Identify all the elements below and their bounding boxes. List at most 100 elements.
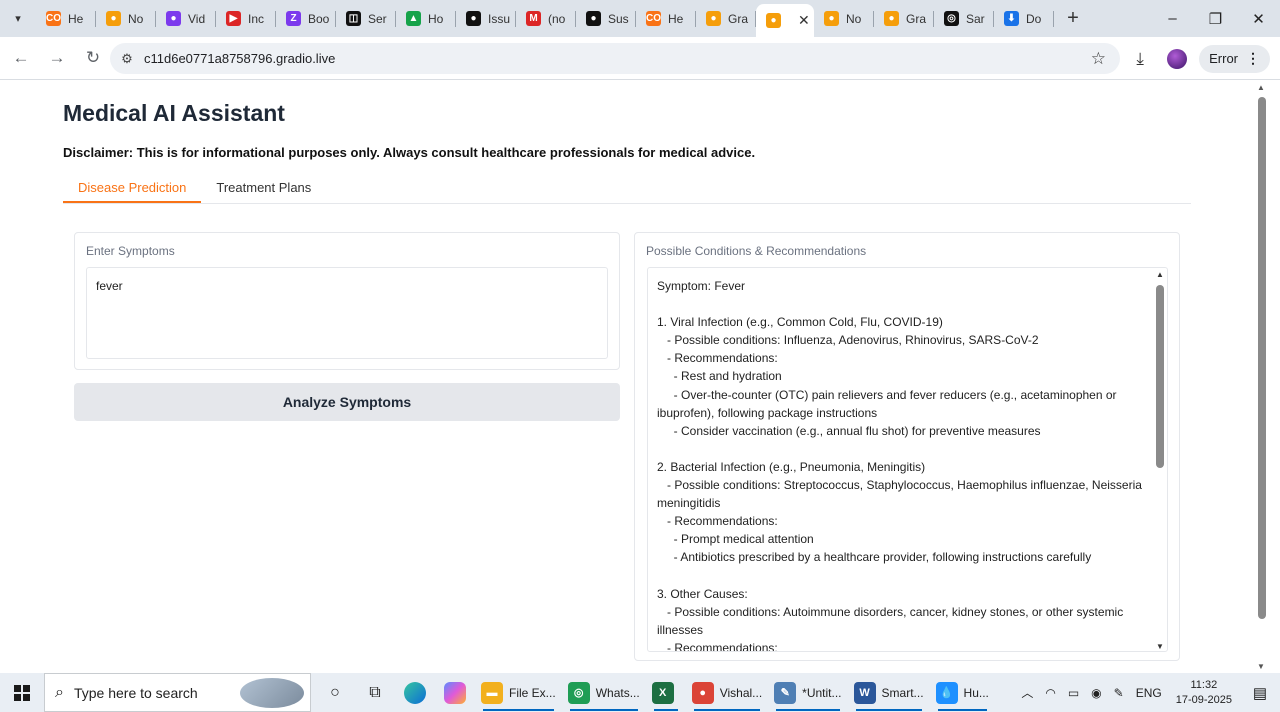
taskbar-app[interactable]: W Smart... xyxy=(848,673,930,712)
taskbar-app[interactable]: X xyxy=(646,673,686,712)
minimize-icon[interactable]: – xyxy=(1151,0,1194,37)
taskbar-app-label: File Ex... xyxy=(509,685,556,700)
scroll-up-arrow-icon[interactable]: ▲ xyxy=(1156,270,1164,279)
output-label: Possible Conditions & Recommendations xyxy=(646,244,867,258)
browser-tab[interactable]: ● No xyxy=(814,0,874,37)
meet-now-icon[interactable]: ◉ xyxy=(1085,686,1107,700)
tab-favicon-icon: ▶ xyxy=(226,11,241,26)
browser-tab[interactable]: ◫ Ser xyxy=(336,0,396,37)
browser-tab[interactable]: ▶ Inc xyxy=(216,0,276,37)
pen-icon[interactable]: ✎ xyxy=(1108,686,1130,700)
tab-favicon-icon: ● xyxy=(466,11,481,26)
site-info-icon[interactable]: ⚙ xyxy=(110,51,144,67)
page-scroll-down-icon[interactable]: ▼ xyxy=(1257,662,1265,671)
copilot-icon[interactable] xyxy=(435,673,475,712)
tab-label: Vid xyxy=(188,11,206,26)
tab-favicon-icon: M xyxy=(526,11,541,26)
page-scrollbar[interactable]: ▲ ▼ xyxy=(1255,81,1280,673)
taskbar-app-icon: ▬ xyxy=(481,681,503,704)
taskbar-app-label: Smart... xyxy=(881,685,924,700)
profile-avatar[interactable] xyxy=(1167,48,1188,69)
bookmark-star-icon[interactable]: ☆ xyxy=(1091,49,1106,69)
task-view-icon[interactable]: ⧉ xyxy=(355,673,395,712)
taskbar-app-icon: X xyxy=(651,681,674,704)
tab-favicon-icon: ● xyxy=(106,11,121,26)
tab-label: No xyxy=(846,11,862,26)
battery-icon[interactable]: ▭ xyxy=(1062,686,1085,700)
browser-tab[interactable]: ● No xyxy=(96,0,156,37)
tab-disease-prediction[interactable]: Disease Prediction xyxy=(63,171,202,203)
taskbar-search[interactable]: ⌕ Type here to search xyxy=(44,673,311,712)
network-icon[interactable]: ◠ xyxy=(1039,686,1061,700)
search-placeholder: Type here to search xyxy=(73,684,198,701)
new-tab-plus-icon[interactable]: + xyxy=(1058,7,1088,30)
tab-label: No xyxy=(128,11,144,26)
kebab-menu-icon: ⋮ xyxy=(1246,50,1260,66)
edge-browser-icon[interactable] xyxy=(395,673,435,712)
restore-icon[interactable]: ❐ xyxy=(1194,0,1237,37)
taskbar-app-label: Hu... xyxy=(963,685,989,700)
search-highlight-image xyxy=(240,678,304,708)
notification-center-icon[interactable]: ▤ xyxy=(1240,673,1280,712)
taskbar-app-label: *Untit... xyxy=(802,685,842,700)
reload-icon[interactable]: ↻ xyxy=(76,41,110,75)
tab-label: Ho xyxy=(428,11,444,26)
tab-close-icon[interactable]: ✕ xyxy=(798,12,810,29)
tab-favicon-icon: Z xyxy=(286,11,301,26)
browser-tab[interactable]: ● ✕ xyxy=(756,4,814,37)
browser-tab[interactable]: ● Gra xyxy=(874,0,934,37)
page-scroll-up-icon[interactable]: ▲ xyxy=(1257,83,1265,92)
browser-tab[interactable]: ● Vid xyxy=(156,0,216,37)
downloads-icon[interactable]: ⤓ xyxy=(1123,49,1157,69)
forward-arrow-icon[interactable]: → xyxy=(40,41,74,75)
tab-label: Issu xyxy=(488,11,511,26)
browser-tab[interactable]: ● Gra xyxy=(696,0,756,37)
browser-tab[interactable]: CO He xyxy=(636,0,696,37)
system-tray: ︿ ◠ ▭ ◉ ✎ ENG 11:32 17-09-2025 ▤ xyxy=(1015,673,1280,712)
show-hidden-icons-icon[interactable]: ︿ xyxy=(1015,684,1039,701)
output-textarea[interactable]: Symptom: Fever 1. Viral Infection (e.g.,… xyxy=(647,267,1168,652)
tab-treatment-plans[interactable]: Treatment Plans xyxy=(201,171,326,203)
tab-favicon-icon: ● xyxy=(884,11,899,26)
scroll-down-arrow-icon[interactable]: ▼ xyxy=(1156,642,1164,651)
start-button[interactable] xyxy=(0,673,44,712)
browser-tab[interactable]: ▲ Ho xyxy=(396,0,456,37)
page-title: Medical AI Assistant xyxy=(63,100,285,126)
browser-tab[interactable]: ● Sus xyxy=(576,0,636,37)
taskbar-app-icon: ◎ xyxy=(567,681,590,704)
browser-toolbar: ← → ↻ ⚙ c11d6e0771a8758796.gradio.live ☆… xyxy=(0,37,1280,80)
taskbar-app[interactable]: ▬ File Ex... xyxy=(475,673,562,712)
symptoms-textarea[interactable]: fever xyxy=(86,267,608,359)
taskbar-apps: ▬ File Ex... ◎ Whats... X ● Vishal... ✎ *Untit..… xyxy=(475,673,995,712)
back-arrow-icon[interactable]: ← xyxy=(4,41,38,75)
browser-tab[interactable]: ⬇ Do xyxy=(994,0,1054,37)
taskbar-app[interactable]: ● Vishal... xyxy=(686,673,768,712)
browser-tab[interactable]: M (no xyxy=(516,0,576,37)
tab-search-chevron-icon[interactable]: ▾ xyxy=(0,0,36,37)
address-bar[interactable]: ⚙ c11d6e0771a8758796.gradio.live ☆ xyxy=(110,43,1120,74)
taskbar-app[interactable]: ◎ Whats... xyxy=(562,673,646,712)
page-scrollbar-thumb[interactable] xyxy=(1258,97,1266,619)
url-text[interactable]: c11d6e0771a8758796.gradio.live xyxy=(144,51,335,66)
error-label: Error xyxy=(1209,51,1238,66)
tab-favicon-icon: ◎ xyxy=(944,11,959,26)
close-window-icon[interactable]: ✕ xyxy=(1237,0,1280,37)
output-scrollbar-thumb[interactable] xyxy=(1156,285,1164,468)
browser-tab[interactable]: ● Issu xyxy=(456,0,516,37)
clock[interactable]: 11:32 17-09-2025 xyxy=(1168,678,1240,708)
language-indicator[interactable]: ENG xyxy=(1130,686,1168,700)
browser-tab[interactable]: Z Boo xyxy=(276,0,336,37)
tab-list: CO He ● No ● Vid ▶ Inc Z Boo ◫ Ser ▲ Ho ● Issu M (no ● Sus C… xyxy=(36,0,1054,37)
tab-label: Inc xyxy=(248,11,265,26)
browser-tab[interactable]: ◎ Sar xyxy=(934,0,994,37)
cortana-circle-icon[interactable]: ○ xyxy=(315,673,355,712)
analyze-symptoms-button[interactable]: Analyze Symptoms xyxy=(74,383,620,421)
taskbar-app-icon: W xyxy=(853,681,876,704)
browser-tab[interactable]: CO He xyxy=(36,0,96,37)
output-scrollbar[interactable]: ▲ ▼ xyxy=(1153,268,1167,651)
error-button[interactable]: Error ⋮ xyxy=(1199,44,1270,73)
output-text: Symptom: Fever 1. Viral Infection (e.g.,… xyxy=(657,279,1142,652)
taskbar-app[interactable]: ✎ *Untit... xyxy=(768,673,847,712)
window-controls: – ❐ ✕ xyxy=(1151,0,1280,37)
taskbar-app[interactable]: 💧 Hu... xyxy=(930,673,995,712)
